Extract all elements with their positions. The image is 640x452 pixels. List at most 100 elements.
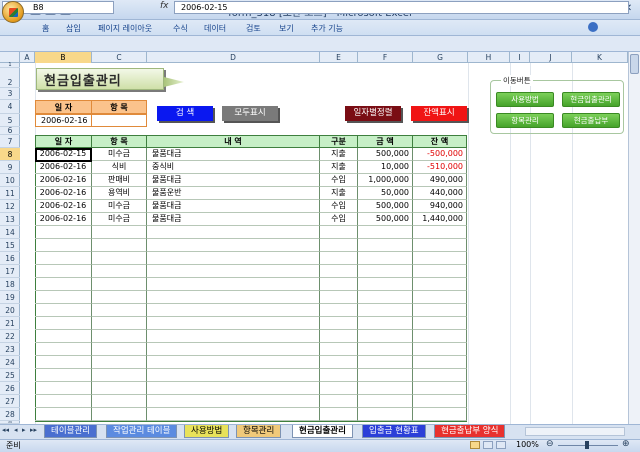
cell-type[interactable]: 지출 <box>320 187 358 200</box>
column-header[interactable]: D <box>147 52 320 63</box>
scroll-thumb[interactable] <box>630 54 639 74</box>
cell-desc[interactable] <box>147 265 320 278</box>
cell-amount[interactable] <box>358 395 413 408</box>
cell-type[interactable]: 수입 <box>320 200 358 213</box>
cell-amount[interactable] <box>358 343 413 356</box>
tab-insert[interactable]: 삽입 <box>66 23 81 34</box>
cell-amount[interactable]: 500,000 <box>358 200 413 213</box>
cell-desc[interactable] <box>147 317 320 330</box>
nav-cash-io-button[interactable]: 현금입출관리 <box>562 92 620 107</box>
cell-date[interactable] <box>35 395 92 408</box>
sheet-tab[interactable]: 작업관리 테이블 <box>106 425 178 438</box>
cell-balance[interactable] <box>413 265 467 278</box>
cell-balance[interactable] <box>413 239 467 252</box>
row-header[interactable]: 20 <box>0 304 20 317</box>
cell-item[interactable] <box>92 408 147 421</box>
cell-date[interactable] <box>35 369 92 382</box>
cell-desc[interactable]: 중식비 <box>147 161 320 174</box>
column-header[interactable]: F <box>358 52 413 63</box>
vertical-scrollbar[interactable] <box>628 52 640 424</box>
cell-item[interactable] <box>92 252 147 265</box>
cell-date[interactable]: 2006-02-16 <box>35 187 92 200</box>
page-break-view-icon[interactable] <box>496 441 506 449</box>
cell-item[interactable] <box>92 369 147 382</box>
cell-desc[interactable] <box>147 239 320 252</box>
cell-item[interactable] <box>92 278 147 291</box>
row-header[interactable]: 8 <box>0 148 20 161</box>
cell-desc[interactable]: 물품대금 <box>147 200 320 213</box>
row-header[interactable]: 7 <box>0 135 20 148</box>
cell-amount[interactable] <box>358 226 413 239</box>
sheet-tab[interactable]: 테이블관리 <box>44 425 98 438</box>
column-header[interactable]: C <box>92 52 147 63</box>
cell-item[interactable] <box>92 395 147 408</box>
cell-type[interactable] <box>320 408 358 421</box>
row-header[interactable]: 23 <box>0 343 20 356</box>
row-header[interactable]: 24 <box>0 356 20 369</box>
column-header[interactable]: I <box>510 52 530 63</box>
row-header[interactable]: 2 <box>0 68 20 88</box>
show-balance-button[interactable]: 잔액표시 <box>411 106 467 121</box>
column-header[interactable]: A <box>20 52 35 63</box>
cell-balance[interactable] <box>413 291 467 304</box>
cell-item[interactable]: 미수금 <box>92 200 147 213</box>
cell-item[interactable] <box>92 265 147 278</box>
cell-amount[interactable]: 1,000,000 <box>358 174 413 187</box>
row-header[interactable]: 13 <box>0 213 20 226</box>
criteria-item-input[interactable] <box>91 114 147 127</box>
cell-desc[interactable] <box>147 226 320 239</box>
cell-type[interactable] <box>320 252 358 265</box>
cell-desc[interactable]: 물품운반 <box>147 187 320 200</box>
cell-item[interactable] <box>92 330 147 343</box>
cell-desc[interactable] <box>147 356 320 369</box>
cell-balance[interactable] <box>413 408 467 421</box>
cell-amount[interactable]: 500,000 <box>358 148 413 161</box>
cell-desc[interactable]: 물품대금 <box>147 174 320 187</box>
cell-balance[interactable] <box>413 330 467 343</box>
cell-amount[interactable]: 500,000 <box>358 213 413 226</box>
sheet-tab[interactable]: 현금출납부 양식 <box>434 425 506 438</box>
cell-date[interactable]: 2006-02-16 <box>35 200 92 213</box>
cell-type[interactable] <box>320 395 358 408</box>
cell-amount[interactable] <box>358 239 413 252</box>
row-header[interactable]: 21 <box>0 317 20 330</box>
cell-balance[interactable]: 440,000 <box>413 187 467 200</box>
cell-desc[interactable] <box>147 395 320 408</box>
cell-item[interactable]: 용역비 <box>92 187 147 200</box>
tab-review[interactable]: 검토 <box>246 23 261 34</box>
cell-item[interactable] <box>92 304 147 317</box>
cell-amount[interactable] <box>358 291 413 304</box>
page-layout-view-icon[interactable] <box>483 441 493 449</box>
cell-type[interactable]: 지출 <box>320 161 358 174</box>
cell-type[interactable] <box>320 226 358 239</box>
cell-type[interactable]: 수입 <box>320 213 358 226</box>
cell-amount[interactable] <box>358 317 413 330</box>
criteria-date-input[interactable]: 2006-02-16 <box>35 114 92 127</box>
cell-type[interactable]: 수입 <box>320 174 358 187</box>
row-header[interactable]: 14 <box>0 226 20 239</box>
zoom-level[interactable]: 100% <box>516 440 539 449</box>
column-header[interactable]: E <box>320 52 358 63</box>
cell-date[interactable]: 2006-02-16 <box>35 174 92 187</box>
row-header[interactable]: 10 <box>0 174 20 187</box>
cell-item[interactable] <box>92 382 147 395</box>
cell-amount[interactable] <box>358 278 413 291</box>
cell-date[interactable] <box>35 330 92 343</box>
tab-formulas[interactable]: 수식 <box>173 23 188 34</box>
cell-type[interactable] <box>320 265 358 278</box>
row-header[interactable]: 12 <box>0 200 20 213</box>
cell-date[interactable] <box>35 291 92 304</box>
cell-type[interactable] <box>320 304 358 317</box>
cell-date[interactable]: 2006-02-16 <box>35 161 92 174</box>
insert-function-icon[interactable]: fx <box>160 1 172 14</box>
sheet-nav-last[interactable]: ▸▸ <box>30 426 37 434</box>
tab-view[interactable]: 보기 <box>279 23 294 34</box>
show-all-button[interactable]: 모두표시 <box>222 106 278 121</box>
cell-type[interactable] <box>320 382 358 395</box>
row-header[interactable]: 3 <box>0 88 20 100</box>
cell-amount[interactable] <box>358 356 413 369</box>
cell-balance[interactable]: -500,000 <box>413 148 467 161</box>
row-header[interactable]: 11 <box>0 187 20 200</box>
cell-date[interactable] <box>35 239 92 252</box>
cell-desc[interactable] <box>147 369 320 382</box>
